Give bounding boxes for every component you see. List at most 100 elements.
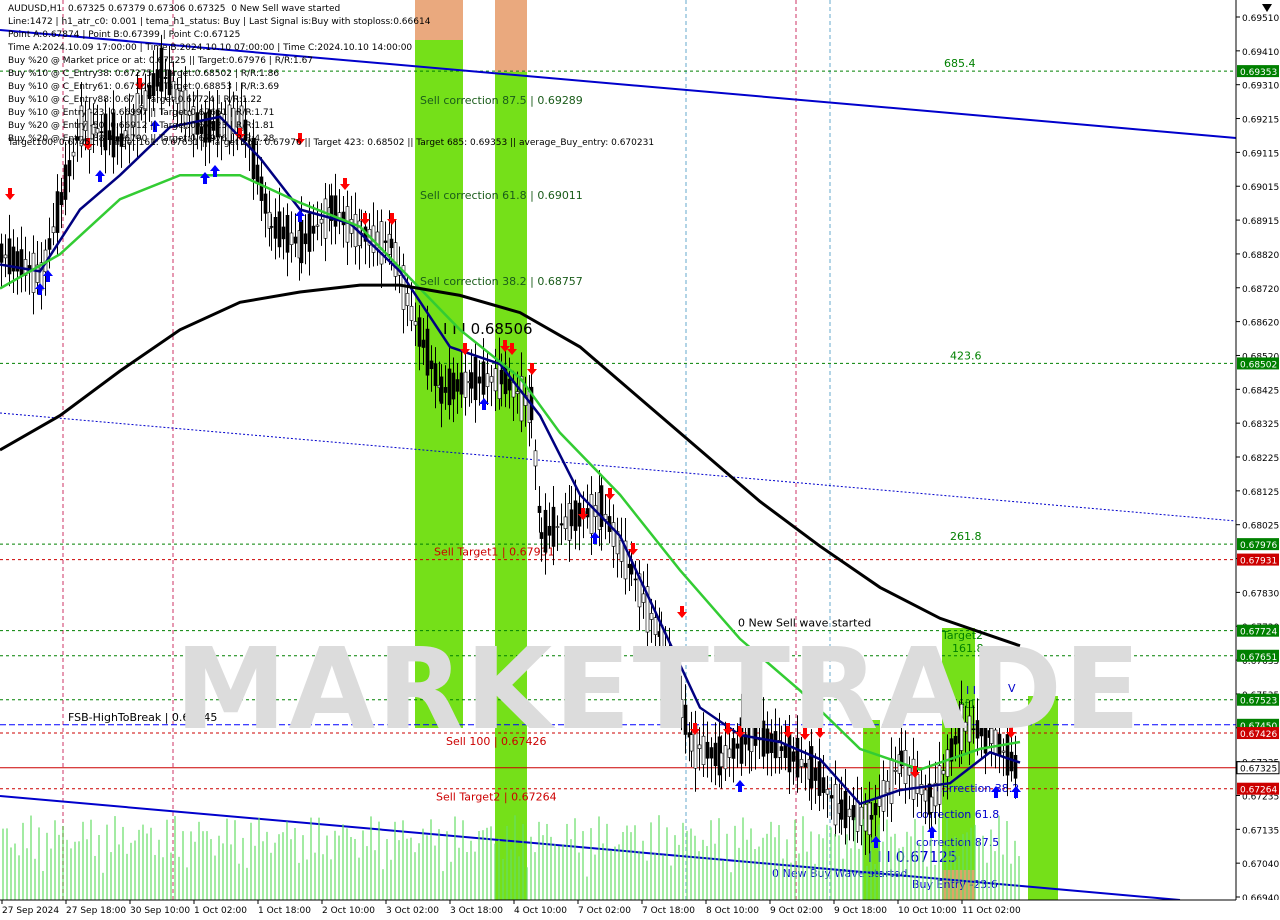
price-tag-label: 0.67651 [1240,653,1277,663]
volume-bar [946,818,948,900]
volume-bar [810,831,812,900]
volume-bar [814,863,816,900]
volume-bar [826,824,828,900]
candle-body [31,252,36,293]
volume-bar [362,830,364,900]
volume-bar [914,819,916,900]
volume-bar [442,871,444,900]
volume-bar [550,836,552,900]
volume-bar [122,826,124,900]
volume-bar [394,821,396,900]
volume-bar [158,839,160,900]
wave-status: 0 New Sell wave started [231,4,341,14]
candle-body [929,796,934,813]
time-axis: 27 Sep 2024 27 Sep 18:00 30 Sep 10:00 1 Oct… [0,899,1280,920]
volume-bar [338,835,340,900]
price-tick-label: 0.69510 [1242,14,1279,24]
volume-bar [214,855,216,900]
volume-bar [642,840,644,900]
candle-body [443,387,448,393]
candle-body [941,770,946,775]
price-tick-label: 0.68125 [1242,488,1279,498]
volume-bar [146,833,148,900]
time-tick-label: 3 Oct 02:00 [386,906,439,916]
volume-bar [906,831,908,900]
candle-body [877,798,882,807]
candle-body [629,565,634,575]
candle-body [469,372,474,389]
candle-body [821,777,826,793]
chart-annotation: I I I 0.68506 [443,320,533,338]
volume-bar [770,821,772,900]
volume-bar [438,829,440,900]
volume-bar [402,820,404,900]
candle-body [405,293,410,306]
volume-bar [598,816,600,900]
price-tag-label: 0.68502 [1240,360,1277,370]
volume-bar [374,850,376,900]
volume-bar [602,843,604,900]
candle-body [71,151,76,157]
volume-bar [910,836,912,900]
price-tick-label: 0.67040 [1242,860,1279,870]
volume-bar [970,827,972,900]
volume-bar [422,828,424,900]
info-line: Buy %10 @ Entry -23: 0.66997 || Target:0… [8,108,275,118]
volume-bar [750,828,752,900]
volume-bar [714,843,716,900]
volume-bar [398,840,400,900]
volume-bar [486,827,488,900]
volume-bar [482,830,484,900]
volume-bar [346,828,348,900]
candle-body [569,509,574,527]
candle-body [889,758,894,804]
volume-bar [834,833,836,900]
volume-bar [102,872,104,900]
volume-bar [1010,863,1012,900]
candle-body [573,500,578,531]
volume-bar [854,817,856,900]
volume-bar [494,843,496,900]
volume-bar [434,845,436,900]
price-tick-label: 0.69215 [1242,116,1279,126]
volume-bar [150,827,152,900]
price-tick-label: 0.68820 [1242,251,1279,261]
volume-bar [670,865,672,900]
sell-target-label: Sell Target2 | 0.67264 [436,791,557,804]
sell-arrow [605,488,615,500]
volume-bar [114,816,116,900]
candle-body [433,363,438,386]
candle-body [843,791,848,829]
candle-body [641,593,646,603]
volume-bar [498,839,500,900]
volume-bar [790,862,792,900]
candle-body [421,339,426,348]
volume-bar [142,824,144,900]
volume-bar [986,862,988,900]
candle-body [259,176,264,201]
volume-bar [582,831,584,900]
candle-body [323,198,328,239]
volume-bar [778,825,780,900]
volume-bar [682,822,684,900]
candle-body [409,305,414,321]
volume-bar [474,851,476,900]
volume-bar [694,835,696,900]
fib-level-label: 685.4 [944,57,976,70]
volume-bar [902,846,904,900]
volume-bar [86,839,88,900]
volume-bar [690,828,692,900]
volume-bar [26,848,28,900]
candle-body [63,164,68,200]
watermark: MARKETTRADE [175,625,1143,755]
candle-body [873,803,878,816]
volume-bar [698,851,700,900]
candle-body [19,249,24,277]
candle-body [537,505,542,513]
candle-body [533,450,538,467]
volume-bar [746,839,748,900]
price-tag-label: 0.67976 [1240,541,1277,551]
candle-body [611,522,616,547]
candle-body [477,376,482,384]
volume-bar [974,824,976,900]
